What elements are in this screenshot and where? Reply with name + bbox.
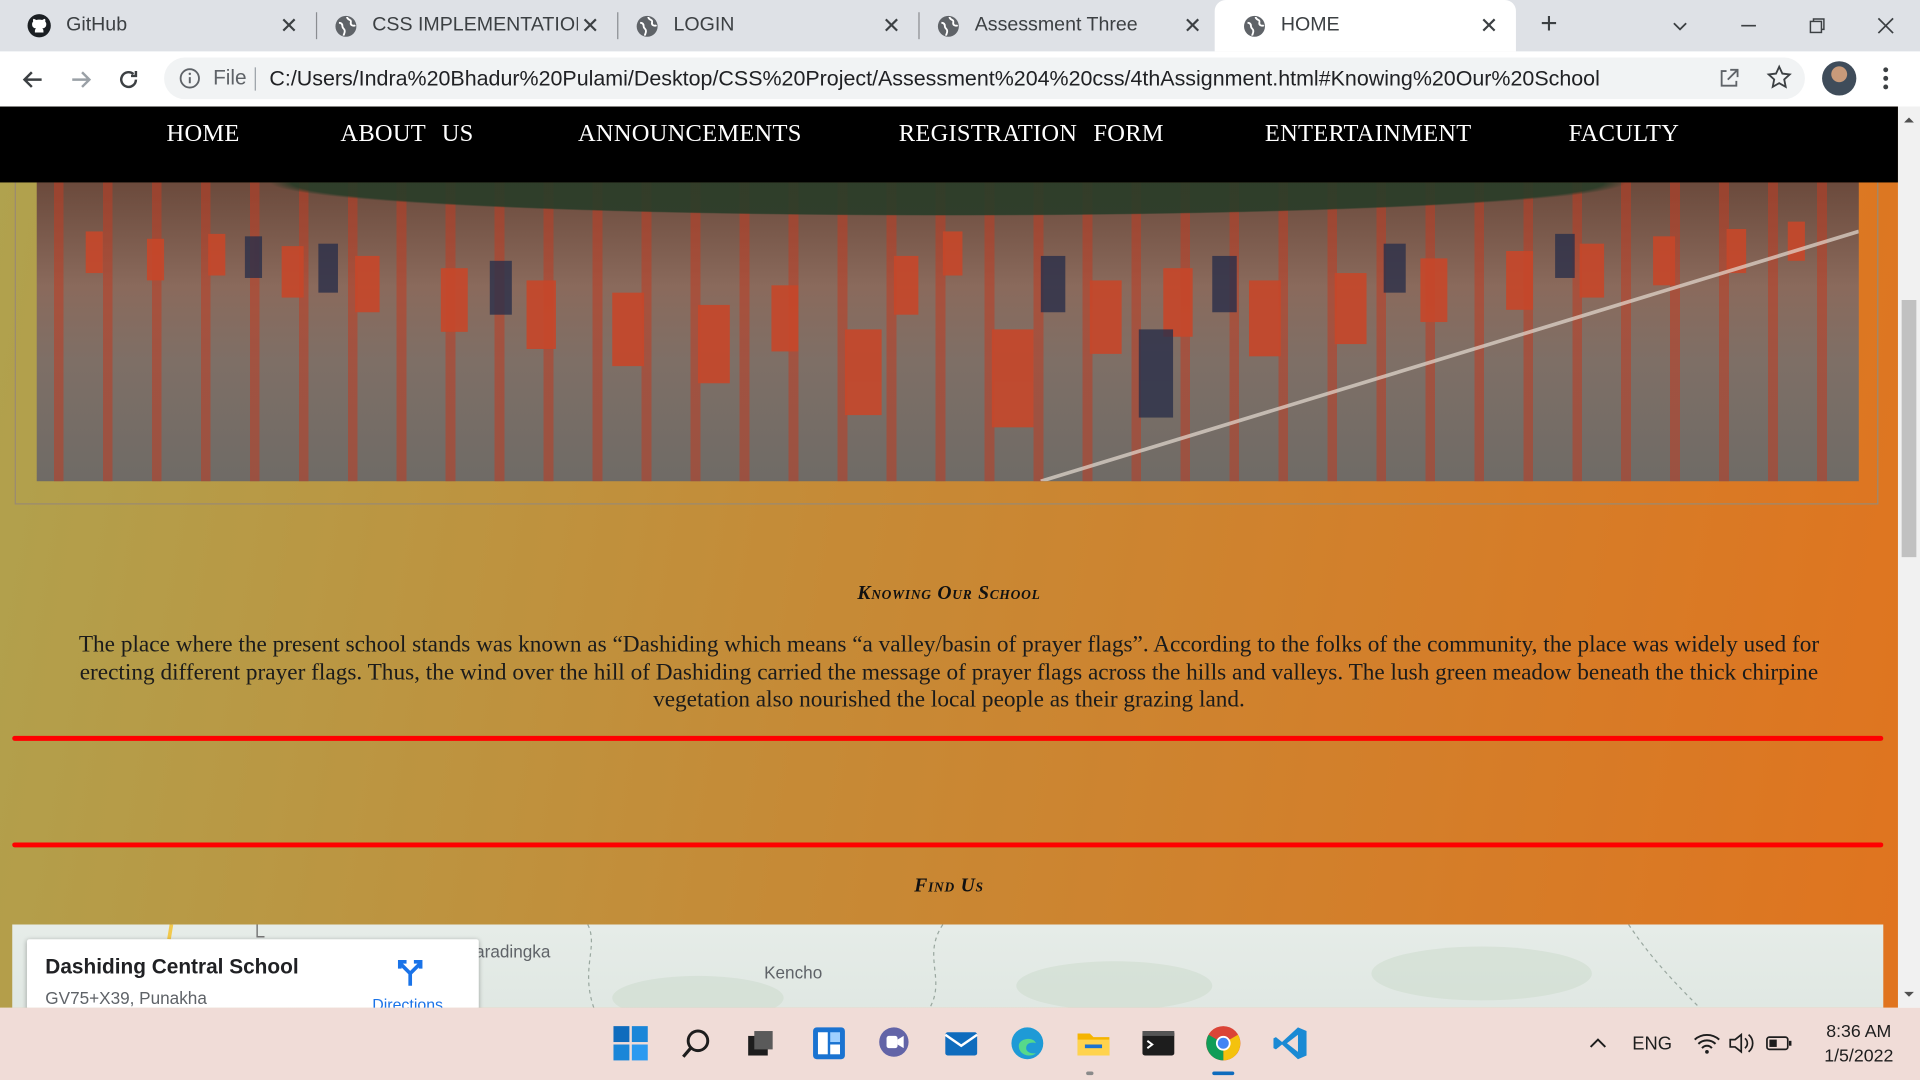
map-label: aradingka — [475, 941, 551, 962]
file-explorer-icon[interactable] — [1073, 1022, 1115, 1064]
nav-registration-form[interactable]: REGISTRATION FORM — [899, 120, 1164, 148]
new-tab-button[interactable]: + — [1533, 9, 1565, 42]
app-running-indicator — [1086, 1071, 1094, 1076]
tab-label: CSS IMPLEMENTATION — [372, 14, 578, 36]
chevron-up-icon[interactable] — [1580, 1022, 1617, 1064]
browser-tab-strip: GitHub ✕ CSS IMPLEMENTATION ✕ LOGIN ✕ As… — [0, 0, 1920, 52]
scroll-down-arrow-icon[interactable] — [1903, 988, 1915, 1000]
forward-arrow-icon[interactable] — [62, 61, 99, 98]
tab-github[interactable]: GitHub ✕ — [0, 0, 316, 51]
school-history-paragraph: The place where the present school stand… — [78, 631, 1820, 713]
close-icon[interactable]: ✕ — [277, 13, 301, 37]
nav-faculty[interactable]: FACULTY — [1569, 120, 1680, 148]
close-window-icon[interactable] — [1851, 0, 1920, 51]
battery-icon[interactable] — [1761, 1022, 1798, 1064]
tab-label: HOME — [1280, 14, 1340, 36]
close-icon[interactable]: ✕ — [578, 13, 602, 37]
tab-css-implementation[interactable]: CSS IMPLEMENTATION ✕ — [306, 0, 617, 51]
scheme-label: File — [213, 66, 247, 90]
chrome-icon[interactable] — [1202, 1022, 1244, 1064]
globe-icon — [634, 13, 658, 37]
menu-kebab-icon[interactable] — [1876, 64, 1896, 93]
tab-label: GitHub — [66, 14, 128, 36]
address-divider — [254, 67, 256, 91]
share-icon[interactable] — [1717, 66, 1741, 90]
vscode-icon[interactable] — [1270, 1022, 1312, 1064]
app-active-indicator — [1212, 1071, 1235, 1076]
nav-announcements[interactable]: ANNOUNCEMENTS — [578, 120, 802, 148]
globe-icon — [1242, 13, 1266, 37]
tab-search-chevron-icon[interactable] — [1646, 0, 1715, 51]
globe-icon — [333, 13, 357, 37]
school-assembly-photo — [36, 182, 1859, 482]
map-label: Kencho — [764, 962, 823, 983]
place-address: GV75+X39, Punakha — [45, 988, 207, 1008]
photo-figures — [85, 221, 1859, 482]
url-text[interactable]: C:/Users/Indra%20Bhadur%20Pulami/Desktop… — [269, 66, 1599, 92]
tab-label: Assessment Three — [974, 14, 1138, 36]
nav-about-us[interactable]: ABOUT US — [340, 120, 473, 148]
address-bar[interactable]: File C:/Users/Indra%20Bhadur%20Pulami/De… — [164, 57, 1805, 100]
info-icon[interactable] — [179, 67, 201, 89]
nav-entertainment[interactable]: ENTERTAINMENT — [1265, 120, 1472, 148]
map-place-card: Dashiding Central School GV75+X39, Punak… — [26, 939, 479, 1008]
wifi-icon[interactable] — [1690, 1022, 1724, 1064]
windows-taskbar: ENG 8:36 AM 1/5/2022 — [0, 1007, 1920, 1080]
tab-home[interactable]: HOME ✕ — [1214, 0, 1516, 52]
nav-home[interactable]: HOME — [167, 120, 240, 148]
bookmark-star-icon[interactable] — [1766, 64, 1793, 91]
scrollbar-thumb[interactable] — [1901, 300, 1917, 558]
windows-start-icon[interactable] — [610, 1022, 652, 1064]
minimize-icon[interactable] — [1714, 0, 1783, 51]
scroll-up-arrow-icon[interactable] — [1903, 114, 1915, 126]
red-divider — [12, 735, 1884, 741]
reload-icon[interactable] — [110, 61, 147, 98]
teams-chat-icon[interactable] — [873, 1022, 915, 1064]
widgets-icon[interactable] — [808, 1022, 850, 1064]
close-icon[interactable]: ✕ — [1477, 13, 1501, 37]
task-view-icon[interactable] — [740, 1022, 782, 1064]
restore-icon[interactable] — [1783, 0, 1852, 51]
profile-avatar[interactable] — [1822, 61, 1857, 96]
tab-label: LOGIN — [673, 14, 735, 36]
embedded-map[interactable]: aradingka Kencho Dashiding Central Schoo… — [12, 924, 1884, 1008]
page-viewport: HOME ABOUT US ANNOUNCEMENTS REGISTRATION… — [0, 106, 1898, 1008]
tab-login[interactable]: LOGIN ✕ — [607, 0, 918, 51]
site-navbar: HOME ABOUT US ANNOUNCEMENTS REGISTRATION… — [0, 106, 1898, 183]
back-arrow-icon[interactable] — [15, 61, 52, 98]
knowing-our-school-heading: Knowing Our School — [857, 582, 1041, 604]
system-clock[interactable]: 8:36 AM 1/5/2022 — [1807, 1020, 1910, 1069]
directions-icon[interactable] — [394, 956, 426, 988]
vertical-scrollbar[interactable] — [1897, 106, 1920, 1008]
terminal-icon[interactable] — [1138, 1022, 1180, 1064]
directions-link[interactable]: Directions — [372, 996, 443, 1008]
globe-icon — [936, 13, 960, 37]
find-us-heading: Find Us — [914, 875, 984, 897]
volume-icon[interactable] — [1724, 1022, 1758, 1064]
close-icon[interactable]: ✕ — [879, 13, 903, 37]
screen: GitHub ✕ CSS IMPLEMENTATION ✕ LOGIN ✕ As… — [0, 0, 1920, 1080]
clock-time: 8:36 AM — [1826, 1022, 1892, 1043]
browser-toolbar: File C:/Users/Indra%20Bhadur%20Pulami/De… — [0, 51, 1920, 107]
place-name[interactable]: Dashiding Central School — [45, 955, 298, 979]
clock-date: 1/5/2022 — [1824, 1046, 1894, 1067]
close-icon[interactable]: ✕ — [1180, 13, 1204, 37]
red-divider — [12, 842, 1884, 848]
mail-icon[interactable] — [940, 1022, 982, 1064]
language-indicator[interactable]: ENG — [1632, 1033, 1672, 1054]
edge-icon[interactable] — [1007, 1022, 1049, 1064]
search-icon[interactable] — [676, 1022, 718, 1064]
tab-assessment-three[interactable]: Assessment Three ✕ — [909, 0, 1220, 51]
github-icon — [27, 13, 51, 38]
